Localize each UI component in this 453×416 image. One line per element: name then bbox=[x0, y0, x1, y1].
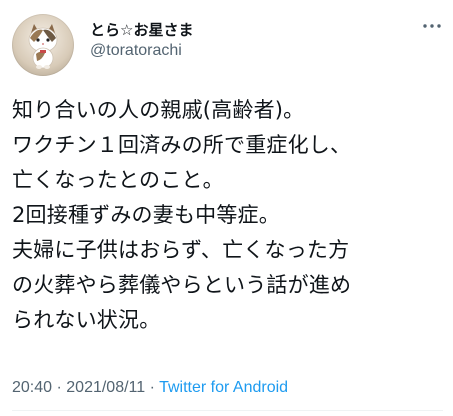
tweet-line: 2回接種ずみの妻も中等症。 bbox=[12, 203, 280, 227]
cat-figurine-icon bbox=[28, 24, 58, 69]
tweet-line: の火葬やら葬儀やらという話が進め bbox=[12, 273, 352, 297]
tweet-date[interactable]: 2021/08/11 bbox=[66, 379, 145, 396]
tweet-text: 知り合いの人の親戚(高齢者)。 ワクチン１回済みの所で重症化し、 亡くなったとの… bbox=[12, 93, 444, 338]
tweet-meta: 20:40 · 2021/08/11 · Twitter for Android bbox=[12, 378, 288, 398]
meta-separator: · bbox=[145, 379, 160, 396]
tweet-card: とら☆お星さま @toratorachi 知り合いの人の親戚(高齢者)。 ワクチ… bbox=[0, 0, 453, 416]
more-dots-icon[interactable] bbox=[421, 18, 443, 34]
tweet-line: ワクチン１回済みの所で重症化し、 bbox=[12, 133, 352, 157]
meta-separator: · bbox=[52, 379, 67, 396]
tweet-line: 亡くなったとのこと。 bbox=[12, 168, 224, 192]
handle[interactable]: @toratorachi bbox=[90, 41, 193, 61]
author-names: とら☆お星さま @toratorachi bbox=[90, 20, 193, 61]
divider bbox=[12, 410, 443, 411]
tweet-header: とら☆お星さま @toratorachi bbox=[12, 8, 443, 76]
display-name[interactable]: とら☆お星さま bbox=[90, 20, 193, 40]
tweet-line: られない状況。 bbox=[12, 308, 161, 332]
tweet-source-link[interactable]: Twitter for Android bbox=[159, 379, 288, 396]
tweet-time[interactable]: 20:40 bbox=[12, 379, 52, 396]
avatar[interactable] bbox=[12, 14, 74, 76]
tweet-line: 知り合いの人の親戚(高齢者)。 bbox=[12, 98, 305, 122]
tweet-line: 夫婦に子供はおらず、亡くなった方 bbox=[12, 238, 350, 262]
